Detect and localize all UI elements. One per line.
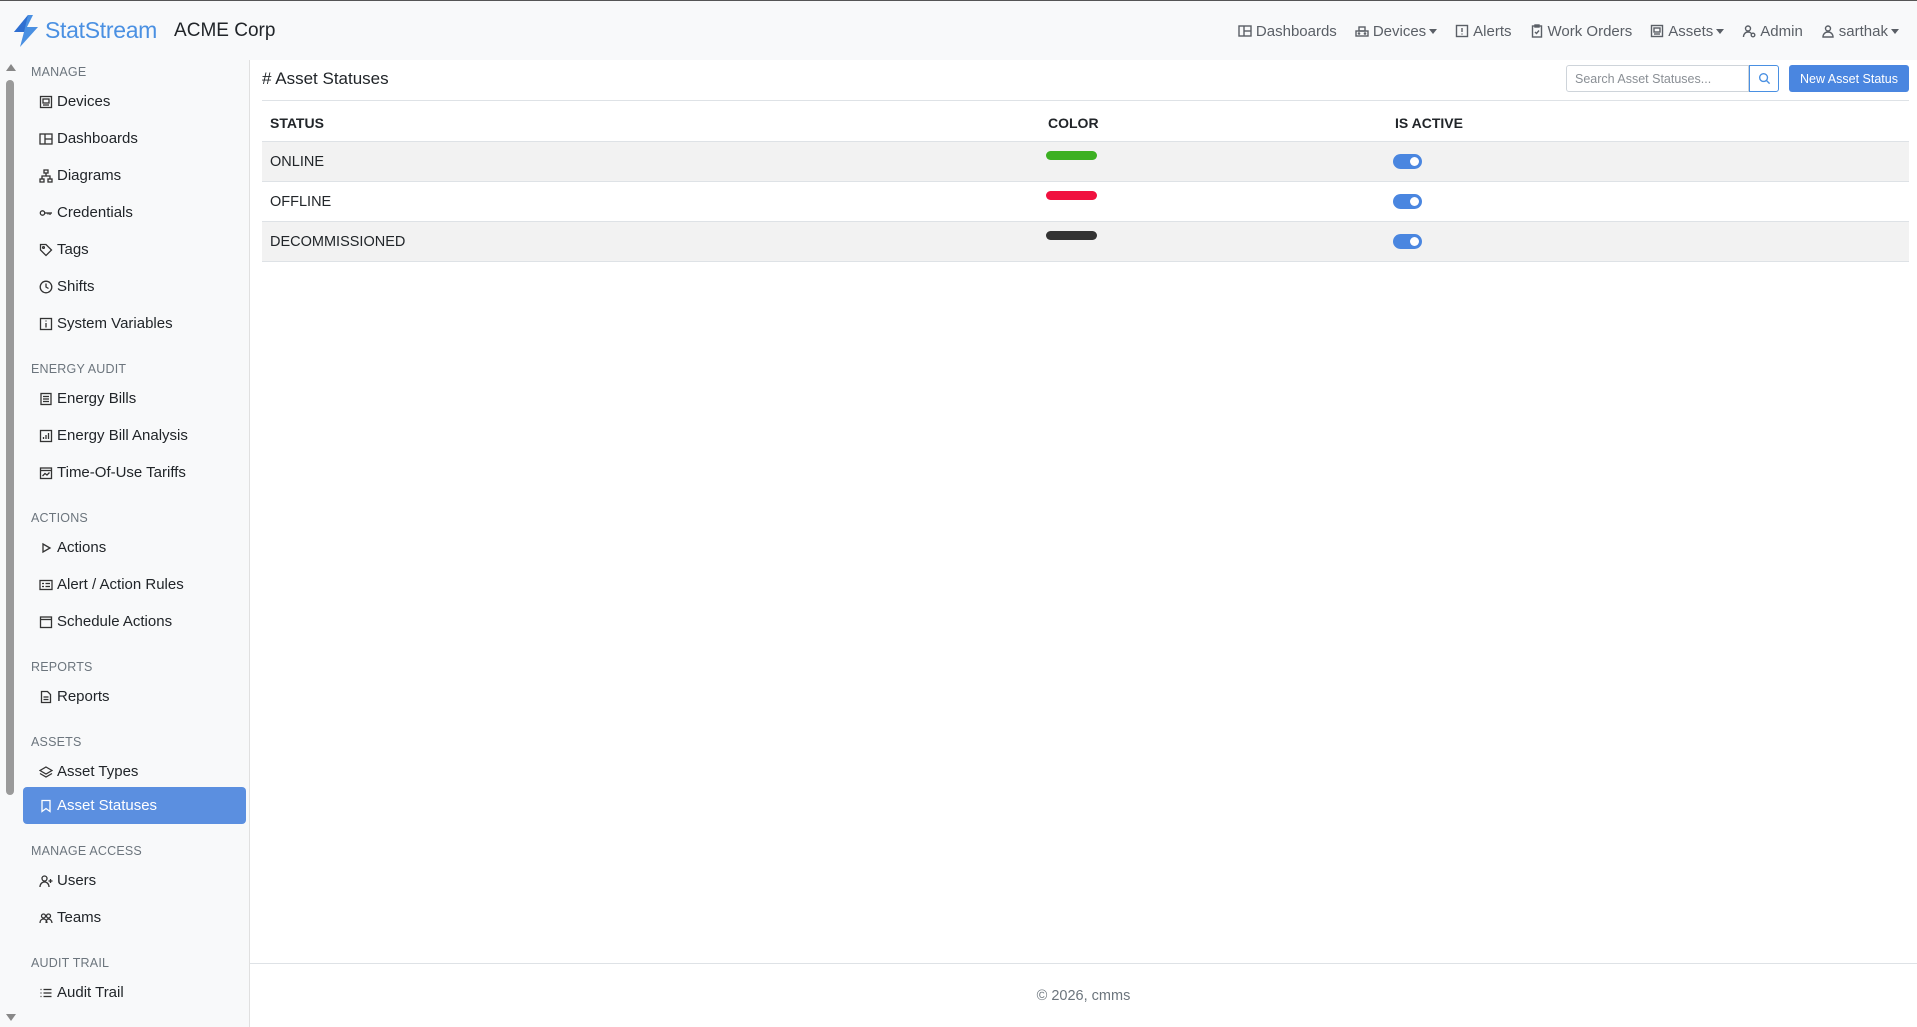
- receipt-icon: [40, 392, 52, 405]
- section-label-reports: REPORTS: [31, 660, 93, 674]
- admin-icon: [1743, 25, 1756, 38]
- dashboard-icon: [39, 132, 53, 145]
- search-input[interactable]: [1566, 65, 1749, 92]
- sidebar-item-audit-trail[interactable]: Audit Trail: [23, 974, 246, 1011]
- devices-icon: [39, 95, 53, 108]
- sidebar-item-asset-statuses[interactable]: Asset Statuses: [23, 787, 246, 824]
- play-icon: [42, 542, 52, 553]
- topnav-work-orders[interactable]: Work Orders: [1530, 23, 1632, 40]
- dashboard-icon: [1238, 25, 1252, 37]
- table-body: ONLINE OFFLINE DECOMMISSIONED: [262, 142, 1909, 262]
- is-active-toggle[interactable]: [1393, 194, 1422, 209]
- section-label-manage-access: MANAGE ACCESS: [31, 844, 142, 858]
- color-swatch: [1046, 191, 1097, 200]
- chevron-down-icon: [1891, 29, 1899, 34]
- bookmark-icon: [41, 799, 51, 813]
- sidebar-item-reports[interactable]: Reports: [23, 678, 246, 715]
- sidebar: MANAGE Devices Dashboards Diagrams Crede…: [0, 60, 250, 1027]
- sidebar-item-alert-action-rules[interactable]: Alert / Action Rules: [23, 566, 246, 603]
- scroll-down-arrow-icon[interactable]: [6, 1014, 16, 1021]
- org-name: ACME Corp: [174, 19, 276, 41]
- topnav-devices[interactable]: Devices: [1355, 23, 1438, 40]
- status-name: ONLINE: [270, 154, 324, 170]
- search-icon: [1758, 72, 1770, 85]
- clipboard-icon: [1531, 24, 1542, 38]
- sidebar-item-asset-types[interactable]: Asset Types: [23, 753, 246, 790]
- sidebar-item-actions[interactable]: Actions: [23, 529, 246, 566]
- assets-icon: [1651, 24, 1664, 38]
- calendar-icon: [39, 615, 53, 628]
- document-icon: [40, 690, 52, 703]
- devices-icon: [1355, 26, 1369, 37]
- topnav-assets[interactable]: Assets: [1650, 23, 1725, 40]
- sidebar-item-system-variables[interactable]: System Variables: [23, 305, 246, 342]
- new-asset-status-button[interactable]: New Asset Status: [1789, 65, 1909, 92]
- user-add-icon: [39, 874, 53, 887]
- sidebar-item-users[interactable]: Users: [23, 862, 246, 899]
- color-swatch: [1046, 231, 1097, 240]
- rules-card-icon: [39, 579, 53, 590]
- column-header-color[interactable]: COLOR: [1048, 115, 1099, 131]
- section-label-energy-audit: ENERGY AUDIT: [31, 362, 127, 376]
- page-title: # Asset Statuses: [262, 69, 389, 88]
- calendar-chart-icon: [39, 466, 53, 479]
- tag-icon: [39, 243, 53, 256]
- table-row[interactable]: ONLINE: [262, 142, 1909, 182]
- section-label-manage: MANAGE: [31, 65, 87, 79]
- key-icon: [39, 209, 52, 216]
- people-icon: [39, 912, 53, 923]
- chevron-down-icon: [1716, 29, 1725, 34]
- layers-icon: [39, 765, 53, 778]
- footer: © 2026, cmms: [250, 963, 1917, 1027]
- column-header-status[interactable]: STATUS: [270, 115, 324, 131]
- column-header-is-active[interactable]: IS ACTIVE: [1395, 115, 1463, 131]
- info-square-icon: [39, 317, 53, 330]
- sidebar-item-schedule-actions[interactable]: Schedule Actions: [23, 603, 246, 640]
- section-label-audit-trail: AUDIT TRAIL: [31, 956, 110, 970]
- top-nav: Dashboards Devices Alerts Work Orders As…: [1220, 1, 1899, 61]
- status-name: DECOMMISSIONED: [270, 234, 406, 250]
- sidebar-item-energy-bills[interactable]: Energy Bills: [23, 380, 246, 417]
- color-swatch: [1046, 151, 1097, 160]
- topnav-user-menu[interactable]: sarthak: [1821, 23, 1899, 40]
- table-row[interactable]: DECOMMISSIONED: [262, 222, 1909, 262]
- sidebar-item-tags[interactable]: Tags: [23, 231, 246, 268]
- sidebar-item-devices[interactable]: Devices: [23, 83, 246, 120]
- topnav-dashboards[interactable]: Dashboards: [1238, 23, 1337, 40]
- sidebar-item-energy-bill-analysis[interactable]: Energy Bill Analysis: [23, 417, 246, 454]
- brand-name: StatStream: [45, 17, 158, 43]
- is-active-toggle[interactable]: [1393, 154, 1422, 169]
- clock-icon: [39, 280, 53, 293]
- is-active-toggle[interactable]: [1393, 234, 1422, 249]
- user-icon: [1822, 25, 1834, 38]
- asset-statuses-table: STATUS COLOR IS ACTIVE ONLINE OFFLINE DECO…: [262, 102, 1909, 262]
- sidebar-item-dashboards[interactable]: Dashboards: [23, 120, 246, 157]
- topnav-alerts[interactable]: Alerts: [1455, 23, 1512, 40]
- sidebar-item-teams[interactable]: Teams: [23, 899, 246, 936]
- chevron-down-icon: [1429, 29, 1438, 34]
- section-label-actions: ACTIONS: [31, 511, 88, 525]
- bar-chart-icon: [39, 429, 53, 442]
- sidebar-item-shifts[interactable]: Shifts: [23, 268, 246, 305]
- main-content: # Asset Statuses New Asset Status STATUS…: [250, 60, 1917, 963]
- table-header: STATUS COLOR IS ACTIVE: [262, 102, 1909, 142]
- search-button[interactable]: [1749, 65, 1779, 92]
- sidebar-scrollbar[interactable]: [4, 60, 16, 1027]
- topnav-admin[interactable]: Admin: [1742, 23, 1803, 40]
- diagram-icon: [39, 168, 53, 183]
- brand[interactable]: StatStream ACME Corp: [11, 14, 276, 47]
- top-navbar: StatStream ACME Corp Dashboards Devices …: [0, 0, 1917, 60]
- scroll-up-arrow-icon[interactable]: [6, 64, 16, 71]
- statstream-logo-icon: [14, 14, 38, 47]
- sidebar-item-credentials[interactable]: Credentials: [23, 194, 246, 231]
- divider: [262, 100, 1909, 101]
- section-label-assets: ASSETS: [31, 735, 82, 749]
- status-name: OFFLINE: [270, 194, 332, 210]
- sidebar-item-diagrams[interactable]: Diagrams: [23, 157, 246, 194]
- list-icon: [40, 988, 52, 997]
- table-row[interactable]: OFFLINE: [262, 182, 1909, 222]
- sidebar-item-tou-tariffs[interactable]: Time-Of-Use Tariffs: [23, 454, 246, 491]
- alert-icon: [1455, 24, 1469, 38]
- scrollbar-thumb[interactable]: [6, 80, 14, 795]
